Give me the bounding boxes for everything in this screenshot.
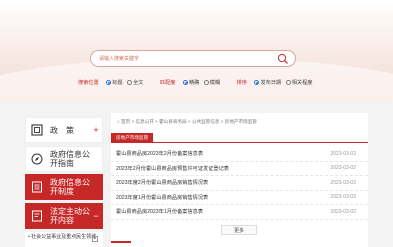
radio-fuzzy-label[interactable]: 模糊 [210, 80, 220, 86]
plus-icon[interactable]: + [92, 235, 98, 242]
sidebar-item-label: 政府信息公开制度 [50, 178, 90, 197]
more-button[interactable]: 更多 [221, 225, 257, 235]
radio-date[interactable] [254, 79, 260, 85]
radio-relevance[interactable] [285, 79, 291, 85]
search-banner: 搜索位置 标题 全文 匹配度 精确 模糊 排序 发布日期 相关程度 [0, 0, 393, 102]
tab-real-estate[interactable]: 房地产市场监管 [111, 133, 154, 143]
list-item[interactable]: 2023年度2月份霍山县商品房销售情况表 2023-03-02 [111, 176, 368, 191]
content-panel: ⌂ 首页 > 信息公开 > 霍山县商务局 > 公共监管信息 > 房地产市场监管 … [111, 113, 368, 247]
item-date: 2023-03-02 [330, 194, 356, 201]
document-edit-icon [26, 203, 48, 229]
item-date: 2023-03-02 [330, 179, 356, 186]
search-options: 搜索位置 标题 全文 匹配度 精确 模糊 排序 发布日期 相关程度 [78, 79, 327, 86]
expand-icon[interactable]: + [90, 125, 102, 135]
item-title[interactable]: 2023年度2月份霍山县商品房销售情况表 [116, 179, 208, 186]
policy-icon [26, 117, 48, 143]
sidebar-item-label: 法定主动公开内容 [50, 207, 90, 226]
document-list-icon [26, 174, 48, 200]
sort-options: 排序 发布日期 相关程度 [236, 79, 313, 86]
sidebar-item-label: 政 策 [50, 125, 74, 135]
item-title[interactable]: 霍山县商品房2023年2月份备案信息表 [116, 150, 203, 157]
search-box[interactable] [90, 50, 296, 67]
radio-exact[interactable] [182, 79, 188, 85]
list-item[interactable]: 霍山县商品房2023年1月份备案信息表 2023-03-02 [111, 205, 368, 220]
position-options: 搜索位置 标题 全文 [78, 79, 143, 86]
sidebar-item-guide[interactable]: 政府信息公开指南 [25, 145, 103, 172]
item-title[interactable]: 2023年2月份霍山县商品房预售许可证发证登记表 [116, 165, 229, 172]
radio-fulltext[interactable] [127, 79, 133, 85]
list-item[interactable]: 霍山县商品房2023年2月份备案信息表 2023-03-02 [111, 147, 368, 162]
position-label: 搜索位置 [78, 80, 99, 86]
sidebar-item-label: 政府信息公开指南 [50, 149, 90, 168]
item-date: 2023-03-02 [330, 208, 356, 215]
item-date: 2023-03-02 [330, 165, 356, 172]
bottom-accent [111, 241, 131, 243]
sidebar-item-policy[interactable]: 政 策 + [25, 117, 103, 143]
match-label: 匹配度 [159, 80, 176, 86]
search-icon[interactable] [277, 53, 289, 65]
collapse-icon[interactable]: − [90, 211, 102, 221]
sort-label: 排序 [236, 80, 248, 86]
list-item[interactable]: 2023年度1月份霍山县商品房销售情况表 2023-03-02 [111, 191, 368, 205]
sidebar-item-system[interactable]: 政府信息公开制度 [25, 174, 103, 201]
radio-date-label[interactable]: 发布日期 [260, 80, 281, 86]
article-list: 霍山县商品房2023年2月份备案信息表 2023-03-02 2023年2月份霍山… [111, 147, 368, 220]
radio-title[interactable] [106, 79, 112, 85]
radio-exact-label[interactable]: 精确 [189, 80, 199, 86]
breadcrumb[interactable]: ⌂ 首页 > 信息公开 > 霍山县商务局 > 公共监管信息 > 房地产市场监管 [117, 119, 257, 125]
tab-bar: 房地产市场监管 [111, 133, 368, 143]
radio-title-label[interactable]: 标题 [112, 80, 122, 86]
radio-fulltext-label[interactable]: 全文 [133, 80, 143, 86]
item-title[interactable]: 2023年度1月份霍山县商品房销售情况表 [116, 194, 208, 201]
item-date: 2023-03-02 [330, 150, 356, 157]
subitem-label: • 社会公益事业及重点民生领域 [28, 233, 97, 240]
radio-relevance-label[interactable]: 相关程度 [292, 80, 313, 86]
sidebar-item-content[interactable]: 法定主动公开内容 − [25, 203, 103, 230]
compass-icon [26, 146, 48, 172]
search-input[interactable] [99, 52, 269, 65]
radio-fuzzy[interactable] [203, 79, 209, 85]
match-options: 匹配度 精确 模糊 [160, 79, 220, 86]
sidebar: 政 策 + 政府信息公开指南 政府信息公开制度 法定主动公开内容 − • 社会公… [25, 117, 103, 247]
item-title[interactable]: 霍山县商品房2023年1月份备案信息表 [116, 208, 203, 215]
list-item[interactable]: 2023年2月份霍山县商品房预售许可证发证登记表 2023-03-02 [111, 162, 368, 176]
sidebar-subitem-public-welfare[interactable]: • 社会公益事业及重点民生领域 + [25, 231, 103, 247]
